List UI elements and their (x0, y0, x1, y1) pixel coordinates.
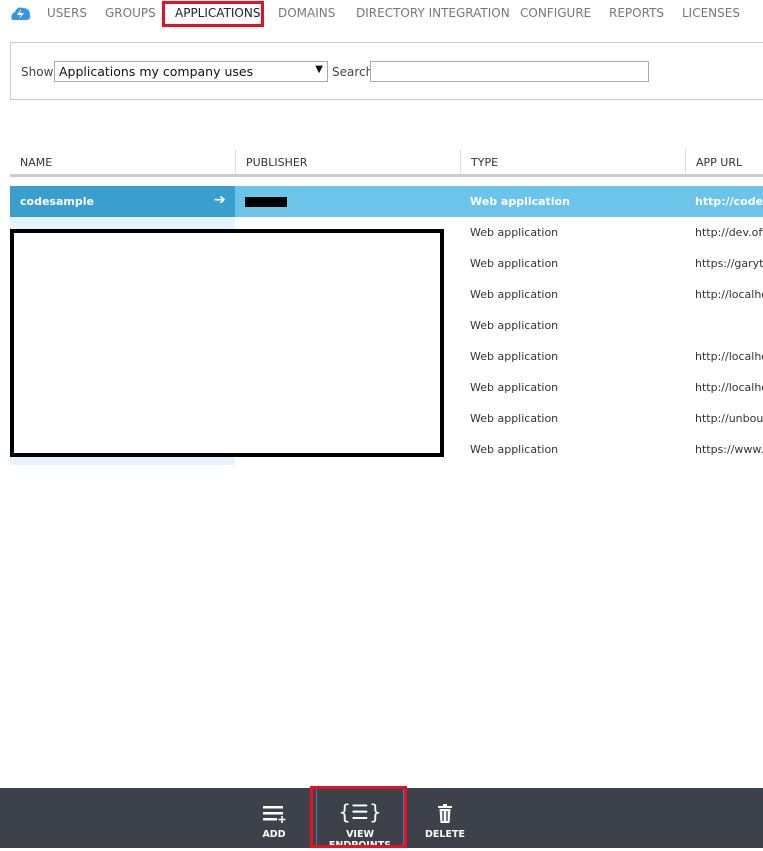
app-url: http://dev.offi (695, 226, 763, 239)
show-select-value: Applications my company uses (59, 64, 254, 79)
app-type: Web application (470, 443, 559, 456)
app-type: Web application (470, 412, 559, 425)
add-button[interactable]: ADD (252, 788, 296, 848)
nav-licenses[interactable]: LICENSES (682, 6, 740, 20)
applications-highlight (162, 1, 264, 27)
app-url: http://localhos (695, 288, 763, 301)
column-header-name[interactable]: NAME (10, 150, 235, 174)
app-url: https://www.vi (695, 443, 763, 456)
column-header-app-url[interactable]: APP URL (685, 150, 763, 174)
column-header-publisher[interactable]: PUBLISHER (235, 150, 460, 174)
delete-label: DELETE (425, 829, 465, 840)
azure-ad-logo-icon (11, 7, 31, 20)
table-row[interactable]: codesample ➔ Web application http://codes… (10, 186, 763, 217)
app-type: Web application (470, 226, 559, 239)
delete-button[interactable]: DELETE (425, 788, 465, 848)
app-type: Web application (470, 319, 559, 332)
search-label: Search (332, 65, 374, 79)
dropdown-arrow-icon: ▼ (315, 64, 323, 75)
redacted-region (10, 229, 444, 457)
nav-configure[interactable]: CONFIGURE (520, 6, 591, 20)
app-url: http://localhos (695, 381, 763, 394)
nav-reports[interactable]: REPORTS (609, 6, 664, 20)
view-endpoints-highlight (310, 786, 407, 848)
app-url: https://garytes (695, 257, 763, 270)
app-type: Web application (470, 350, 559, 363)
add-list-icon (252, 788, 296, 824)
nav-directory-integration[interactable]: DIRECTORY INTEGRATION (356, 6, 510, 20)
column-header-type[interactable]: TYPE (460, 150, 685, 174)
trash-icon (425, 788, 465, 824)
redacted-publisher (245, 197, 287, 207)
show-label: Show (21, 65, 54, 79)
nav-groups[interactable]: GROUPS (105, 6, 156, 20)
header-divider (10, 174, 763, 177)
app-type: Web application (470, 257, 559, 270)
name-cell[interactable]: codesample ➔ (10, 186, 235, 217)
add-label: ADD (262, 829, 286, 840)
search-input[interactable] (370, 61, 649, 82)
app-name: codesample (20, 195, 94, 208)
app-type: Web application (470, 195, 570, 208)
app-url: http://codesam (695, 195, 763, 208)
app-type: Web application (470, 381, 559, 394)
top-nav: USERS GROUPS APPLICATIONS DOMAINS DIRECT… (0, 0, 763, 26)
arrow-right-icon[interactable]: ➔ (214, 192, 226, 208)
app-url: http://unboun (695, 412, 763, 425)
nav-domains[interactable]: DOMAINS (278, 6, 335, 20)
nav-users[interactable]: USERS (47, 6, 87, 20)
show-select[interactable]: Applications my company uses ▼ (54, 61, 328, 82)
filter-panel: Show Applications my company uses ▼ Searc… (10, 42, 763, 100)
app-url: http://localhos (695, 350, 763, 363)
app-type: Web application (470, 288, 559, 301)
